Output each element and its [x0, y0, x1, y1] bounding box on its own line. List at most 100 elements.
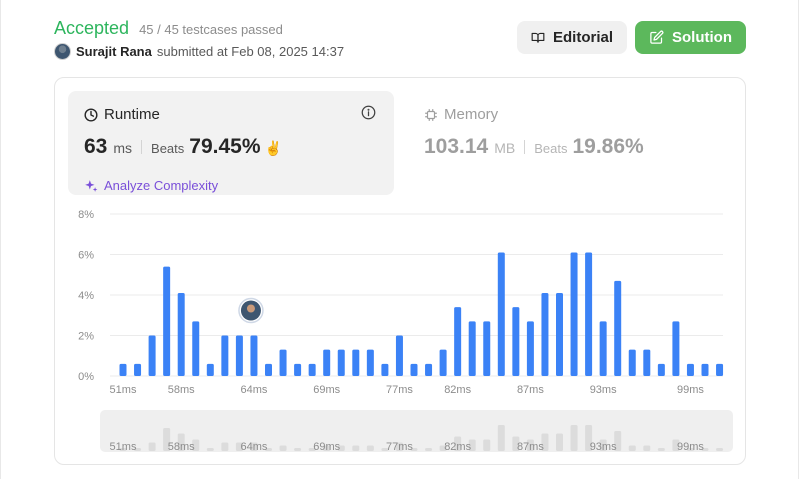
minimap-bar: [454, 436, 462, 451]
user-marker-avatar-face: [240, 300, 261, 321]
memory-tab[interactable]: Memory 103.14 MB Beats 19.86%: [410, 91, 730, 195]
runtime-bar[interactable]: [294, 363, 302, 376]
runtime-bar[interactable]: [381, 363, 389, 376]
runtime-bar[interactable]: [192, 321, 200, 376]
solution-button[interactable]: Solution: [635, 21, 746, 54]
minimap-bar: [395, 442, 403, 451]
runtime-bar[interactable]: [395, 335, 403, 377]
runtime-bar[interactable]: [599, 321, 607, 376]
y-tick-label: 8%: [78, 209, 94, 221]
runtime-bar[interactable]: [221, 335, 229, 377]
minimap-bar: [672, 439, 680, 451]
divider: [141, 140, 143, 154]
clap-icon: ✌: [264, 140, 282, 156]
sparkle-icon: [85, 179, 98, 192]
submission-info: Surajit Rana submitted at Feb 08, 2025 1…: [54, 43, 344, 60]
runtime-bar[interactable]: [643, 349, 651, 376]
x-tick-label: 82ms: [444, 384, 471, 396]
runtime-bar[interactable]: [265, 363, 272, 376]
minimap-bar: [585, 425, 593, 451]
x-tick-label: 87ms: [517, 384, 544, 396]
runtime-beats-label: Beats: [151, 141, 185, 156]
minimap-bar: [628, 445, 636, 451]
runtime-bar[interactable]: [279, 349, 287, 376]
analyze-complexity-link[interactable]: Analyze Complexity: [84, 178, 218, 193]
runtime-bar[interactable]: [134, 363, 142, 376]
avatar[interactable]: [54, 43, 71, 60]
runtime-bar[interactable]: [716, 363, 724, 376]
runtime-bar[interactable]: [497, 252, 505, 376]
runtime-bar[interactable]: [250, 335, 258, 377]
runtime-bar[interactable]: [541, 292, 549, 376]
runtime-bar[interactable]: [570, 252, 578, 376]
runtime-bar[interactable]: [425, 363, 433, 376]
runtime-bar[interactable]: [337, 349, 345, 376]
runtime-bar[interactable]: [614, 280, 622, 376]
memory-beats-pct: 19.86%: [572, 135, 644, 158]
runtime-bar[interactable]: [454, 307, 462, 376]
frame-border-right: [798, 0, 799, 479]
memory-beats-label: Beats: [534, 141, 568, 156]
runtime-bar[interactable]: [410, 363, 418, 376]
x-tick-label: 69ms: [313, 384, 340, 396]
x-tick-label: 93ms: [590, 384, 617, 396]
runtime-bar[interactable]: [148, 335, 156, 377]
minimap-bar: [250, 442, 258, 451]
x-tick-label: 64ms: [240, 384, 267, 396]
runtime-value: 63: [84, 135, 108, 158]
user-name-link[interactable]: Surajit Rana: [76, 44, 152, 59]
minimap-bar: [192, 439, 200, 451]
minimap-bar: [686, 448, 694, 451]
minimap-bar: [483, 439, 491, 451]
runtime-bar[interactable]: [439, 349, 447, 376]
minimap-bar: [265, 448, 272, 451]
runtime-unit: ms: [113, 140, 133, 156]
runtime-bar[interactable]: [483, 321, 491, 376]
editorial-button[interactable]: Editorial: [517, 21, 627, 54]
frame-border-left: [0, 0, 1, 479]
x-tick-label: 51ms: [110, 384, 137, 396]
editorial-label: Editorial: [552, 29, 613, 46]
minimap-bar: [541, 433, 549, 451]
x-tick-label: 99ms: [677, 384, 704, 396]
runtime-bar[interactable]: [686, 363, 694, 376]
testcases-passed: 45 / 45 testcases passed: [139, 22, 283, 37]
minimap-bar: [206, 448, 214, 451]
runtime-bar[interactable]: [308, 363, 316, 376]
runtime-bar[interactable]: [177, 292, 185, 376]
edit-icon: [650, 30, 664, 44]
minimap-bar: [410, 448, 418, 451]
runtime-bar[interactable]: [526, 321, 534, 376]
runtime-bar[interactable]: [512, 307, 520, 376]
runtime-bar[interactable]: [657, 363, 665, 376]
minimap-bar: [425, 448, 433, 451]
x-tick-label: 77ms: [386, 384, 413, 396]
runtime-bar[interactable]: [352, 349, 360, 376]
runtime-bar[interactable]: [701, 363, 709, 376]
runtime-bar[interactable]: [672, 321, 680, 376]
minimap-bar: [643, 445, 651, 451]
runtime-bar[interactable]: [119, 363, 127, 376]
runtime-tab[interactable]: Runtime 63 ms Beats 79.45% ✌ Analyze Com…: [68, 91, 394, 195]
runtime-bar[interactable]: [585, 252, 593, 376]
runtime-bar[interactable]: [468, 321, 476, 376]
y-tick-label: 6%: [78, 250, 94, 262]
runtime-bar[interactable]: [628, 349, 636, 376]
runtime-bar[interactable]: [163, 266, 171, 376]
minimap-bar: [657, 448, 665, 451]
info-icon[interactable]: [361, 105, 376, 120]
runtime-bar[interactable]: [323, 349, 331, 376]
user-marker-avatar[interactable]: [238, 297, 264, 324]
runtime-bar[interactable]: [366, 349, 374, 376]
minimap-bar: [352, 445, 360, 451]
minimap-bar: [148, 442, 156, 451]
minimap-bar: [308, 448, 316, 451]
clock-icon: [84, 107, 98, 122]
runtime-beats-pct: 79.45%: [189, 135, 261, 158]
runtime-values: 63 ms Beats 79.45% ✌: [84, 135, 282, 159]
runtime-bar[interactable]: [235, 335, 243, 377]
runtime-bar[interactable]: [556, 292, 563, 376]
status-line: Accepted 45 / 45 testcases passed: [54, 18, 283, 39]
y-tick-label: 2%: [78, 331, 94, 343]
runtime-bar[interactable]: [206, 363, 214, 376]
